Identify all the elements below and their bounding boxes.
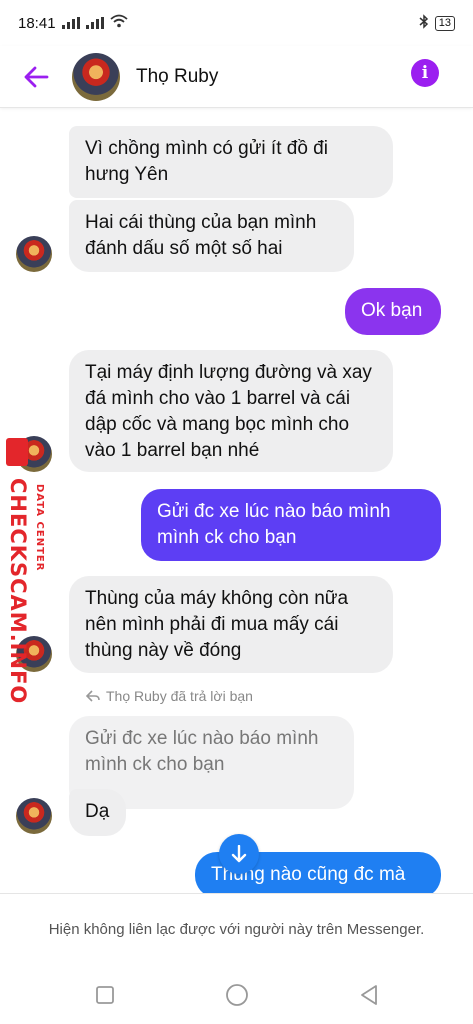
message-bubble[interactable]: Tại máy định lượng đường và xay đá mình … bbox=[69, 350, 393, 472]
watermark-sub: DATA CENTER bbox=[32, 484, 46, 624]
wifi-icon bbox=[109, 14, 128, 32]
reply-label-text: Thọ Ruby đã trả lời bạn bbox=[106, 688, 253, 704]
message-bubble[interactable]: Thùng của máy không còn nữa nên mình phả… bbox=[69, 576, 393, 673]
contact-name[interactable]: Thọ Ruby bbox=[136, 66, 218, 88]
unavailable-notice: Hiện không liên lạc được với người này t… bbox=[0, 893, 473, 965]
message-bubble-sent[interactable]: Gửi đc xe lúc nào báo mình mình ck cho b… bbox=[141, 489, 441, 561]
system-nav-bar bbox=[0, 965, 473, 1024]
home-button[interactable] bbox=[224, 982, 250, 1008]
lock-icon bbox=[6, 438, 28, 466]
status-left: 18:41 bbox=[18, 14, 128, 32]
battery-indicator: 13 bbox=[434, 15, 455, 31]
status-bar: 18:41 13 bbox=[0, 0, 473, 46]
scroll-to-bottom-button[interactable] bbox=[219, 834, 259, 874]
triangle-back-icon bbox=[360, 984, 377, 1005]
back-arrow-icon bbox=[24, 66, 49, 87]
back-button[interactable] bbox=[8, 49, 64, 105]
watermark-main-text: CHECKSCAM.INFO bbox=[6, 478, 30, 705]
contact-avatar-small[interactable] bbox=[16, 798, 52, 834]
unavailable-notice-text: Hiện không liên lạc được với người này t… bbox=[48, 920, 425, 938]
square-icon bbox=[95, 985, 114, 1004]
arrow-down-icon bbox=[231, 845, 247, 863]
status-time: 18:41 bbox=[18, 14, 56, 32]
conversation-header: Thọ Ruby i bbox=[0, 46, 473, 108]
reply-arrow-icon bbox=[86, 690, 100, 702]
circle-icon bbox=[225, 983, 248, 1006]
message-bubble[interactable]: Vì chồng mình có gửi ít đồ đi hưng Yên bbox=[69, 126, 393, 198]
reply-label: Thọ Ruby đã trả lời bạn bbox=[86, 688, 253, 704]
message-bubble-sent[interactable]: Ok bạn bbox=[345, 288, 441, 335]
message-bubble[interactable]: Hai cái thùng của bạn mình đánh dấu số m… bbox=[69, 200, 354, 272]
bluetooth-icon bbox=[419, 13, 429, 33]
watermark-main: CHECKSCAM.INFO bbox=[6, 478, 30, 704]
checkscam-watermark: CHECKSCAM.INFO DATA CENTER bbox=[2, 438, 46, 704]
signal-icon bbox=[61, 17, 80, 29]
signal-2-icon bbox=[85, 17, 104, 29]
contact-avatar-small[interactable] bbox=[16, 236, 52, 272]
message-bubble[interactable]: Dạ bbox=[69, 789, 126, 836]
contact-avatar[interactable] bbox=[72, 52, 120, 101]
status-right: 13 bbox=[419, 13, 455, 33]
watermark-sub-text: DATA CENTER bbox=[34, 484, 45, 572]
info-icon[interactable]: i bbox=[411, 59, 439, 87]
back-nav-button[interactable] bbox=[356, 982, 382, 1008]
recents-button[interactable] bbox=[92, 982, 118, 1008]
